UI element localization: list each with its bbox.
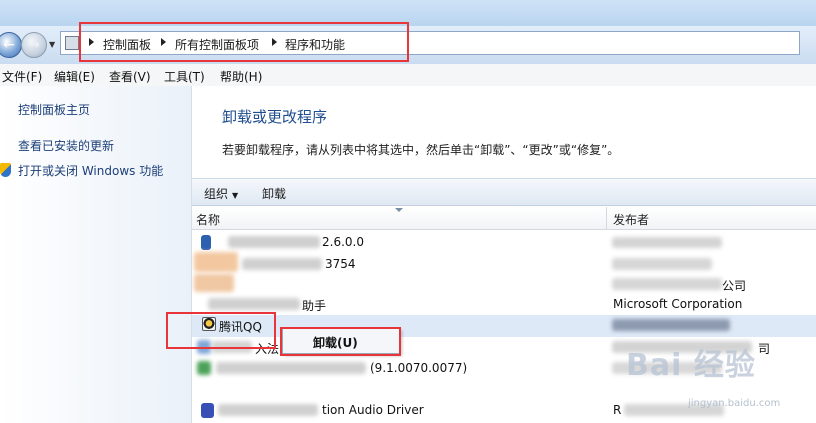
program-name: 2.6.0.0 (322, 235, 364, 249)
highlight-box-qq (166, 312, 276, 349)
watermark-logo: Bai 经验 (626, 348, 756, 383)
column-header-name[interactable]: 名称 (196, 211, 220, 228)
menu-view[interactable]: 查看(V) (109, 68, 151, 85)
forward-button[interactable]: → (21, 32, 47, 58)
blurred-text (612, 278, 722, 290)
menu-file[interactable]: 文件(F) (2, 68, 42, 85)
highlight-box-address (79, 22, 409, 62)
blurred-text (218, 404, 318, 416)
program-name: (9.1.0070.0077) (370, 361, 468, 375)
blurred-text (216, 362, 366, 374)
column-header-publisher[interactable]: 发布者 (613, 211, 649, 228)
publisher-name: Microsoft Corporation (613, 297, 743, 311)
blurred-icon (194, 252, 238, 272)
sidebar-link-windows-features[interactable]: 打开或关闭 Windows 功能 (18, 162, 163, 179)
uninstall-toolbar-button[interactable]: 卸载 (262, 185, 286, 202)
shield-icon (0, 163, 11, 177)
sidebar: 控制面板主页 查看已安装的更新 打开或关闭 Windows 功能 (0, 86, 192, 423)
menu-help[interactable]: 帮助(H) (220, 68, 262, 85)
highlight-box-uninstall (280, 327, 401, 356)
sidebar-link-installed-updates[interactable]: 查看已安装的更新 (18, 137, 114, 154)
baidu-watermark: Bai 经验 jingyan.baidu.com (618, 340, 808, 416)
back-arrow-icon: ← (3, 37, 15, 53)
publisher-name: 公司 (722, 279, 747, 293)
app-icon (201, 235, 211, 250)
blurred-text (612, 319, 730, 331)
menu-edit[interactable]: 编辑(E) (54, 68, 95, 85)
blurred-icon (197, 361, 211, 375)
sidebar-link-control-panel-home[interactable]: 控制面板主页 (18, 101, 90, 118)
control-panel-icon (65, 36, 79, 50)
program-name: tion Audio Driver (322, 403, 424, 417)
back-button[interactable]: ← (0, 32, 22, 58)
blurred-text (208, 298, 300, 310)
forward-arrow-icon: → (28, 37, 40, 53)
chevron-down-icon: ▼ (232, 191, 239, 200)
table-row[interactable]: 3754 (192, 252, 816, 276)
page-title: 卸载或更改程序 (222, 108, 328, 126)
recent-pages-chevron-icon[interactable]: ▼ (49, 40, 55, 49)
menu-bar: 文件(F) 编辑(E) 查看(V) 工具(T) 帮助(H) (0, 64, 816, 87)
table-row[interactable]: 助手 Microsoft Corporation (192, 294, 816, 316)
blurred-text (612, 237, 722, 248)
blurred-text (612, 258, 712, 270)
sort-indicator-icon (395, 208, 403, 212)
organize-button[interactable]: 组织 ▼ (204, 185, 238, 202)
table-row[interactable]: 2.6.0.0 (192, 232, 816, 254)
organize-label: 组织 (204, 187, 229, 201)
column-divider[interactable] (606, 207, 607, 229)
program-name: 助手 (302, 299, 327, 313)
column-headers: 名称 发布者 (192, 207, 816, 230)
toolbar: 组织 ▼ 卸载 (192, 178, 816, 206)
watermark-url: jingyan.baidu.com (688, 398, 781, 409)
menu-tools[interactable]: 工具(T) (164, 68, 205, 85)
blurred-icon (194, 274, 234, 292)
page-description: 若要卸载程序，请从列表中将其选中，然后单击“卸载”、“更改”或“修复”。 (222, 143, 620, 157)
program-name: 3754 (325, 257, 356, 271)
blurred-text (242, 258, 322, 270)
audio-driver-icon (201, 403, 214, 418)
blurred-text (228, 236, 320, 248)
table-row[interactable]: 公司 (192, 274, 816, 296)
